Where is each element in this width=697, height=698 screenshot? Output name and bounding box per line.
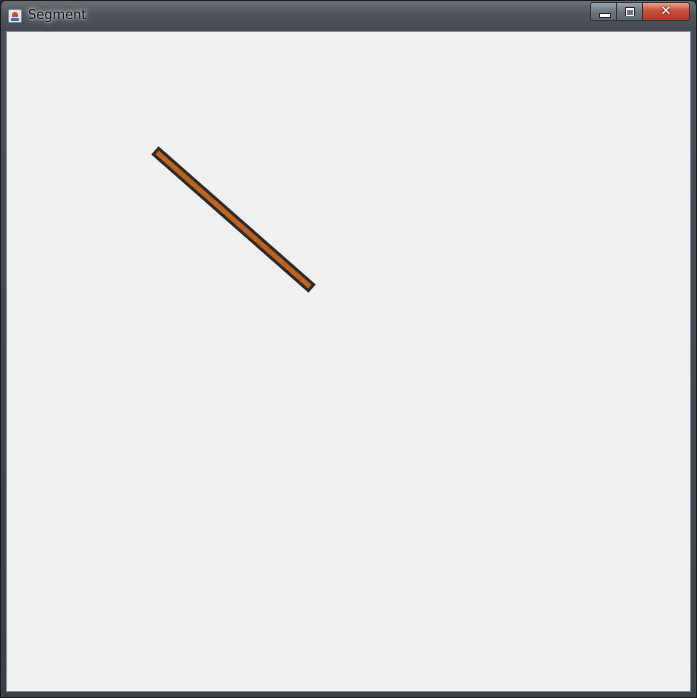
segment-line[interactable] — [155, 150, 312, 289]
window-title: Segment — [28, 8, 87, 23]
close-icon: ✕ — [660, 4, 672, 19]
segment-canvas — [151, 146, 316, 293]
minimize-icon — [599, 13, 611, 18]
application-window: Segment ✕ — [0, 0, 697, 698]
close-button[interactable]: ✕ — [642, 2, 690, 21]
title-bar[interactable]: Segment ✕ — [1, 1, 696, 31]
drawing-canvas[interactable] — [6, 31, 691, 692]
maximize-button[interactable] — [616, 2, 643, 21]
java-app-icon[interactable] — [8, 9, 22, 23]
minimize-button[interactable] — [590, 2, 617, 21]
maximize-icon — [625, 7, 635, 16]
